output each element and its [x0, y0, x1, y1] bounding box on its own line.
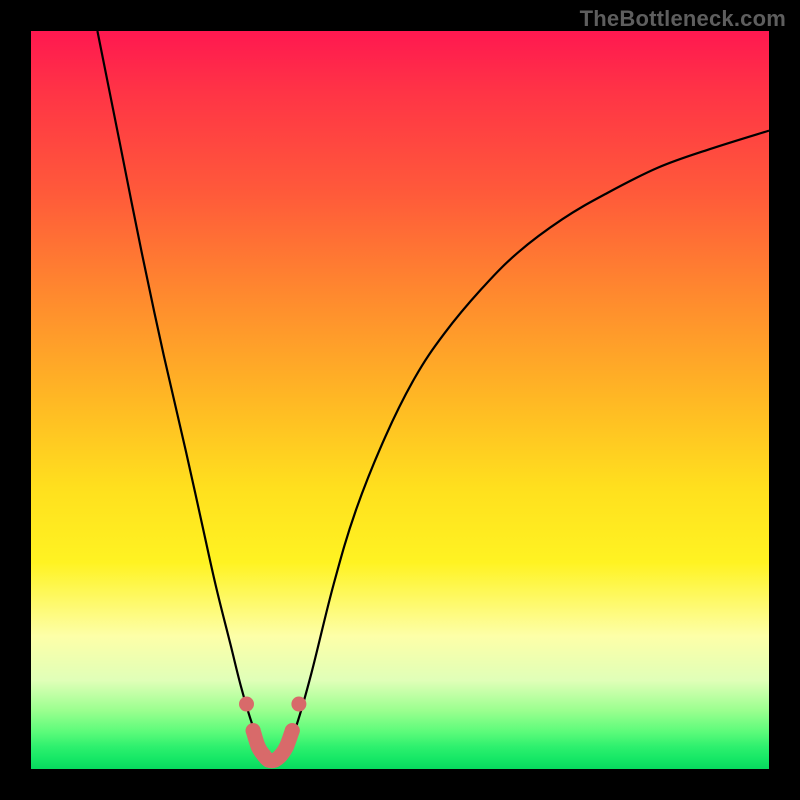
chart-stage: TheBottleneck.com: [0, 0, 800, 800]
optimal-marker: [285, 723, 300, 738]
chart-svg: [31, 31, 769, 769]
optimal-marker: [239, 697, 254, 712]
optimal-marker: [291, 697, 306, 712]
optimal-marker-group: [239, 697, 306, 768]
plot-area: [31, 31, 769, 769]
bottleneck-curve: [97, 31, 769, 762]
optimal-marker: [279, 739, 294, 754]
optimal-marker: [246, 723, 261, 738]
watermark-text: TheBottleneck.com: [580, 6, 786, 32]
